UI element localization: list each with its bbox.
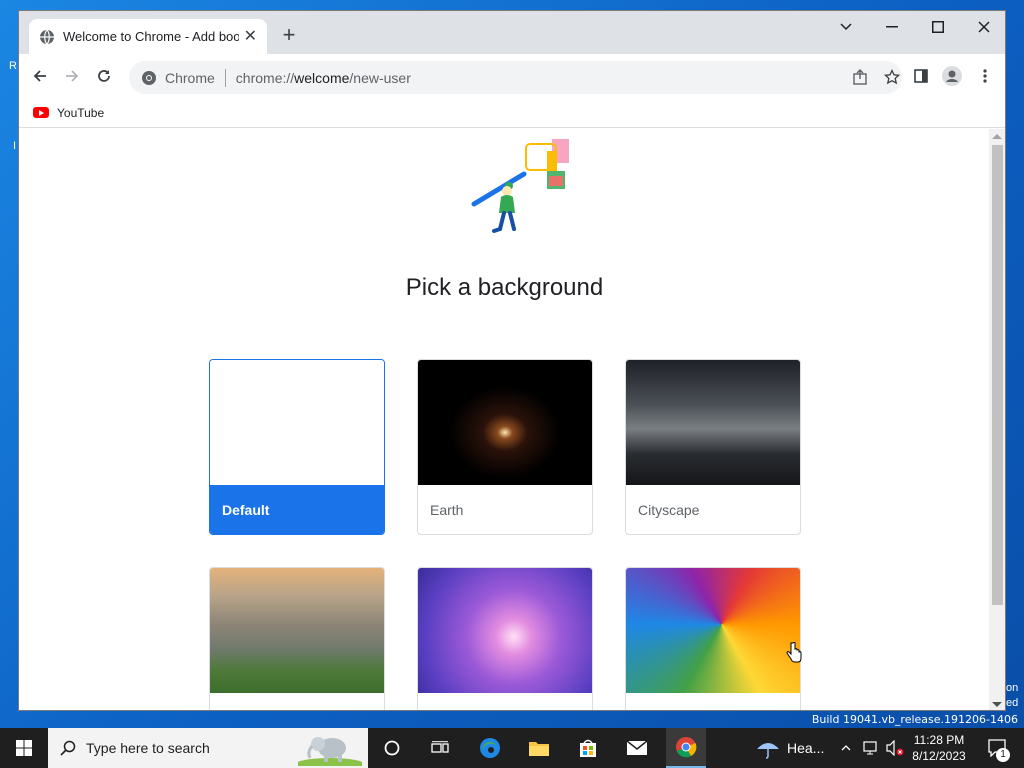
- task-view-button[interactable]: [420, 728, 460, 768]
- tab-strip: Welcome to Chrome - Add bookmarks ✕ +: [19, 11, 1005, 54]
- painter-illustration: [471, 139, 569, 233]
- tab-welcome[interactable]: Welcome to Chrome - Add bookmarks ✕: [29, 19, 267, 54]
- card-label: Earth: [430, 501, 464, 518]
- toolbar: Chrome chrome://welcome/new-user: [19, 54, 1005, 98]
- close-window-button[interactable]: [961, 11, 1005, 43]
- weather-widget[interactable]: Hea...: [755, 728, 835, 768]
- page-title: Pick a background: [405, 274, 604, 301]
- card-label: Default: [210, 485, 384, 534]
- start-button[interactable]: [0, 728, 48, 768]
- card-label: Art: [418, 693, 592, 711]
- chrome-logo-icon: [141, 70, 157, 86]
- page-scrollbar[interactable]: [989, 129, 1005, 710]
- umbrella-rain-icon: [757, 743, 779, 759]
- new-tab-button[interactable]: +: [277, 24, 301, 48]
- tab-title: Welcome to Chrome - Add bookmarks: [63, 29, 239, 44]
- scrollbar-thumb[interactable]: [992, 145, 1003, 605]
- volume-muted-icon[interactable]: [884, 728, 906, 768]
- forward-button[interactable]: [58, 62, 86, 90]
- chrome-window: Welcome to Chrome - Add bookmarks ✕ +: [18, 10, 1006, 711]
- tab-search-button[interactable]: [823, 11, 869, 43]
- taskbar-search-box[interactable]: Type here to search: [48, 728, 368, 768]
- url-text: chrome://welcome/new-user: [235, 69, 411, 86]
- weather-label: Hea...: [787, 740, 825, 756]
- card-image: [418, 360, 592, 485]
- maximize-button[interactable]: [915, 11, 961, 43]
- search-placeholder: Type here to search: [86, 740, 210, 756]
- desktop-icon-label-fragment: R: [9, 60, 17, 72]
- card-label: Landscape: [210, 693, 384, 711]
- menu-kebab-icon[interactable]: [971, 62, 999, 90]
- scroll-up-arrow-icon[interactable]: [992, 134, 1002, 139]
- side-panel-icon[interactable]: [907, 62, 935, 90]
- clock[interactable]: 11:28 PM 8/12/2023: [906, 728, 972, 768]
- address-separator: [224, 68, 226, 87]
- background-card-geometric-shapes[interactable]: Geometric shapes: [625, 567, 801, 711]
- back-button[interactable]: [26, 62, 54, 90]
- desktop-icon-label-fragment: I: [13, 140, 17, 152]
- cortana-button[interactable]: [372, 728, 412, 768]
- mail-icon[interactable]: [617, 728, 657, 768]
- clock-date: 8/12/2023: [912, 749, 966, 763]
- card-image: [626, 360, 800, 485]
- card-image: [210, 360, 384, 485]
- notification-center-button[interactable]: 1: [978, 728, 1018, 768]
- card-image: [418, 568, 592, 693]
- site-chip: Chrome: [165, 69, 215, 86]
- show-hidden-icons-chevron-icon[interactable]: [838, 728, 854, 768]
- card-image: [626, 568, 800, 693]
- windows-logo-icon: [16, 740, 32, 756]
- youtube-icon: [33, 107, 49, 118]
- card-image: [210, 568, 384, 693]
- file-explorer-icon[interactable]: [519, 728, 559, 768]
- scroll-down-arrow-icon[interactable]: [992, 702, 1002, 707]
- bookmark-youtube[interactable]: YouTube: [57, 106, 104, 120]
- close-tab-icon[interactable]: ✕: [244, 28, 257, 45]
- background-card-default[interactable]: Default: [209, 359, 385, 535]
- desktop-watermark-fragment: on: [1006, 682, 1019, 694]
- hand-cursor-icon: [786, 642, 802, 663]
- microsoft-store-icon[interactable]: [568, 728, 608, 768]
- reload-button[interactable]: [90, 62, 118, 90]
- background-card-cityscape[interactable]: Cityscape: [625, 359, 801, 535]
- chrome-taskbar-icon[interactable]: [666, 728, 706, 768]
- share-icon[interactable]: [852, 69, 868, 85]
- edge-browser-icon[interactable]: [470, 728, 510, 768]
- minimize-button[interactable]: [869, 11, 915, 43]
- globe-icon: [39, 29, 55, 45]
- page-content: Pick a background Default Earth Cityscap…: [19, 129, 990, 711]
- card-label: Cityscape: [638, 501, 700, 518]
- taskbar: Type here to search Hea... 11:28 PM 8/12…: [0, 728, 1024, 768]
- background-card-earth[interactable]: Earth: [417, 359, 593, 535]
- card-label: Geometric shapes: [626, 693, 800, 711]
- notification-count-badge: 1: [996, 748, 1010, 762]
- network-icon[interactable]: [860, 728, 882, 768]
- search-icon: [60, 740, 76, 756]
- background-card-art[interactable]: Art: [417, 567, 593, 711]
- address-bar[interactable]: Chrome chrome://welcome/new-user: [129, 61, 902, 94]
- profile-avatar-icon[interactable]: [938, 62, 966, 90]
- desktop-watermark-fragment: ed: [1006, 697, 1019, 709]
- build-watermark: Build 19041.vb_release.191206-1406: [811, 713, 1018, 726]
- bookmarks-bar: YouTube: [19, 98, 1005, 128]
- elephant-illustration-icon: [298, 737, 362, 766]
- background-card-landscape[interactable]: Landscape: [209, 567, 385, 711]
- clock-time: 11:28 PM: [913, 733, 965, 747]
- bookmark-star-icon[interactable]: [884, 69, 900, 85]
